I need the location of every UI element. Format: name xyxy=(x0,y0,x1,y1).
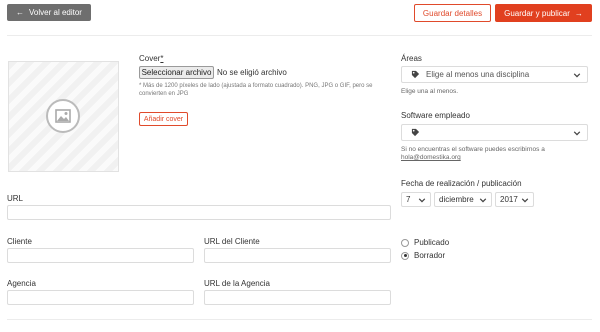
software-email-link[interactable]: hola@domestika.org xyxy=(401,154,461,161)
software-select[interactable] xyxy=(401,124,588,141)
draft-label: Borrador xyxy=(414,251,446,260)
cover-label-text: Cover xyxy=(139,54,161,63)
month-value: diciembre xyxy=(439,195,474,204)
areas-note: Elige una al menos. xyxy=(401,88,459,95)
back-to-editor-button[interactable]: ← Volver al editor xyxy=(7,4,91,21)
header-divider xyxy=(7,35,592,36)
add-cover-button[interactable]: Añadir cover xyxy=(139,112,188,126)
areas-label: Áreas xyxy=(401,54,422,63)
arrow-left-icon: ← xyxy=(16,8,25,17)
radio-draft[interactable] xyxy=(401,251,409,260)
areas-placeholder: Elige al menos una disciplina xyxy=(426,70,530,79)
year-value: 2017 xyxy=(500,195,518,204)
chevron-down-icon xyxy=(479,198,487,203)
published-label: Publicado xyxy=(414,238,450,247)
url-label: URL xyxy=(7,194,24,203)
software-note: Si no encuentras el software puedes escr… xyxy=(401,146,591,162)
publish-button-label: Guardar y publicar xyxy=(504,8,570,18)
top-bar: ← Volver al editor Guardar detalles Guar… xyxy=(0,0,600,27)
month-select[interactable]: diciembre xyxy=(434,192,492,207)
image-placeholder-icon xyxy=(46,99,80,133)
cover-label: Cover* xyxy=(139,54,163,63)
client-url-input[interactable] xyxy=(204,248,391,263)
agency-input[interactable] xyxy=(7,290,194,305)
day-select[interactable]: 7 xyxy=(401,192,431,207)
chevron-down-icon xyxy=(573,131,581,136)
status-option-published[interactable]: Publicado xyxy=(401,238,449,247)
save-and-publish-button[interactable]: Guardar y publicar → xyxy=(495,4,592,22)
file-input-row: Seleccionar archivo No se eligió archivo xyxy=(139,66,287,79)
arrow-right-icon: → xyxy=(574,8,583,18)
client-input[interactable] xyxy=(7,248,194,263)
select-file-button[interactable]: Seleccionar archivo xyxy=(139,66,214,79)
date-label: Fecha de realización / publicación xyxy=(401,179,522,188)
url-input[interactable] xyxy=(7,205,391,220)
tag-icon xyxy=(410,128,420,138)
day-value: 7 xyxy=(406,195,411,204)
cover-preview xyxy=(8,61,119,172)
agency-url-label: URL de la Agencia xyxy=(204,279,270,288)
tag-icon xyxy=(410,70,420,80)
software-note-text: Si no encuentras el software puedes escr… xyxy=(401,146,545,153)
save-button-label: Guardar detalles xyxy=(422,8,483,18)
year-select[interactable]: 2017 xyxy=(495,192,534,207)
cover-hint: * Más de 1200 píxeles de lado (ajustada … xyxy=(139,83,373,97)
back-button-label: Volver al editor xyxy=(29,8,82,17)
chevron-down-icon xyxy=(573,73,581,78)
software-label: Software empleado xyxy=(401,111,470,120)
chevron-down-icon xyxy=(521,198,529,203)
status-option-draft[interactable]: Borrador xyxy=(401,251,445,260)
client-label: Cliente xyxy=(7,237,32,246)
required-mark: * xyxy=(160,54,164,63)
agency-label: Agencia xyxy=(7,279,36,288)
chevron-down-icon xyxy=(418,198,426,203)
radio-published[interactable] xyxy=(401,238,409,247)
file-status-text: No se eligió archivo xyxy=(217,68,287,77)
agency-url-input[interactable] xyxy=(204,290,391,305)
save-details-button[interactable]: Guardar detalles xyxy=(414,4,491,22)
areas-select[interactable]: Elige al menos una disciplina xyxy=(401,66,588,83)
client-url-label: URL del Cliente xyxy=(204,237,260,246)
footer-divider xyxy=(7,319,592,320)
